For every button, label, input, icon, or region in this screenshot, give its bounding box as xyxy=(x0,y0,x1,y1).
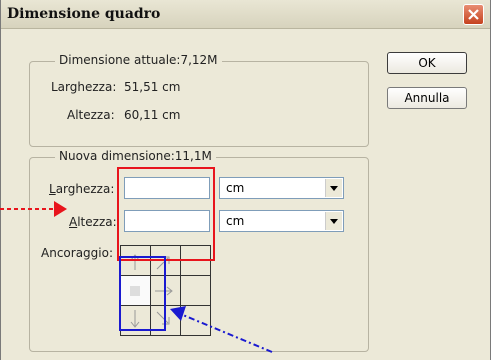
close-icon xyxy=(468,9,479,20)
anchor-cell-bottom-center[interactable] xyxy=(150,305,181,336)
new-height-label-accel: A xyxy=(69,215,78,229)
arrow-right-icon xyxy=(155,286,173,296)
new-width-label: Larghezza: xyxy=(49,182,114,196)
new-width-unit-select[interactable]: cm xyxy=(219,177,344,199)
current-height-value: 60,11 cm xyxy=(124,108,181,122)
anchor-cell-middle-center[interactable] xyxy=(150,275,181,306)
current-size-legend: Dimensione attuale:7,12M xyxy=(55,53,222,67)
anchor-cell-middle-left[interactable] xyxy=(120,275,151,306)
anchor-label: Ancoraggio: xyxy=(41,246,113,260)
new-height-unit-value: cm xyxy=(226,214,245,228)
anchor-cell-bottom-left[interactable] xyxy=(120,305,151,336)
current-height-label: Altezza: xyxy=(67,108,115,122)
new-width-label-accel: L xyxy=(49,182,56,196)
arrow-up-icon xyxy=(130,254,140,270)
current-size-group xyxy=(29,61,369,147)
anchor-cell-top-left[interactable] xyxy=(120,245,151,276)
chevron-down-icon xyxy=(330,186,338,191)
arrow-up-right-icon xyxy=(156,256,170,270)
new-height-input[interactable] xyxy=(124,210,210,232)
anchor-grid xyxy=(120,245,211,336)
new-height-label: Altezza: xyxy=(69,215,117,229)
arrow-down-right-icon xyxy=(156,311,170,325)
anchor-cell-bottom-right[interactable] xyxy=(180,305,211,336)
title-bar[interactable]: Dimensione quadro xyxy=(1,0,490,29)
chevron-down-icon xyxy=(330,219,338,224)
new-width-input[interactable] xyxy=(124,177,210,199)
ok-button[interactable]: OK xyxy=(387,52,467,74)
current-width-label: Larghezza: xyxy=(51,80,117,94)
new-width-unit-dropdown[interactable] xyxy=(325,179,342,197)
dialog-title: Dimensione quadro xyxy=(7,6,161,22)
new-height-label-rest: ltezza: xyxy=(77,215,117,229)
anchor-cell-top-center[interactable] xyxy=(150,245,181,276)
new-size-legend: Nuova dimensione:11,1M xyxy=(55,149,216,163)
arrow-down-icon xyxy=(130,310,140,328)
new-height-unit-select[interactable]: cm xyxy=(219,210,344,232)
close-button[interactable] xyxy=(463,4,484,25)
anchor-center-icon xyxy=(130,286,140,296)
anchor-cell-top-right[interactable] xyxy=(180,245,211,276)
new-height-unit-dropdown[interactable] xyxy=(325,212,342,230)
new-width-unit-value: cm xyxy=(226,181,245,195)
cancel-button[interactable]: Annulla xyxy=(387,87,467,109)
anchor-cell-middle-right[interactable] xyxy=(180,275,211,306)
new-width-label-rest: arghezza: xyxy=(55,182,115,196)
canvas-size-dialog: Dimensione quadro Dimensione attuale:7,1… xyxy=(0,0,491,360)
current-width-value: 51,51 cm xyxy=(124,80,181,94)
